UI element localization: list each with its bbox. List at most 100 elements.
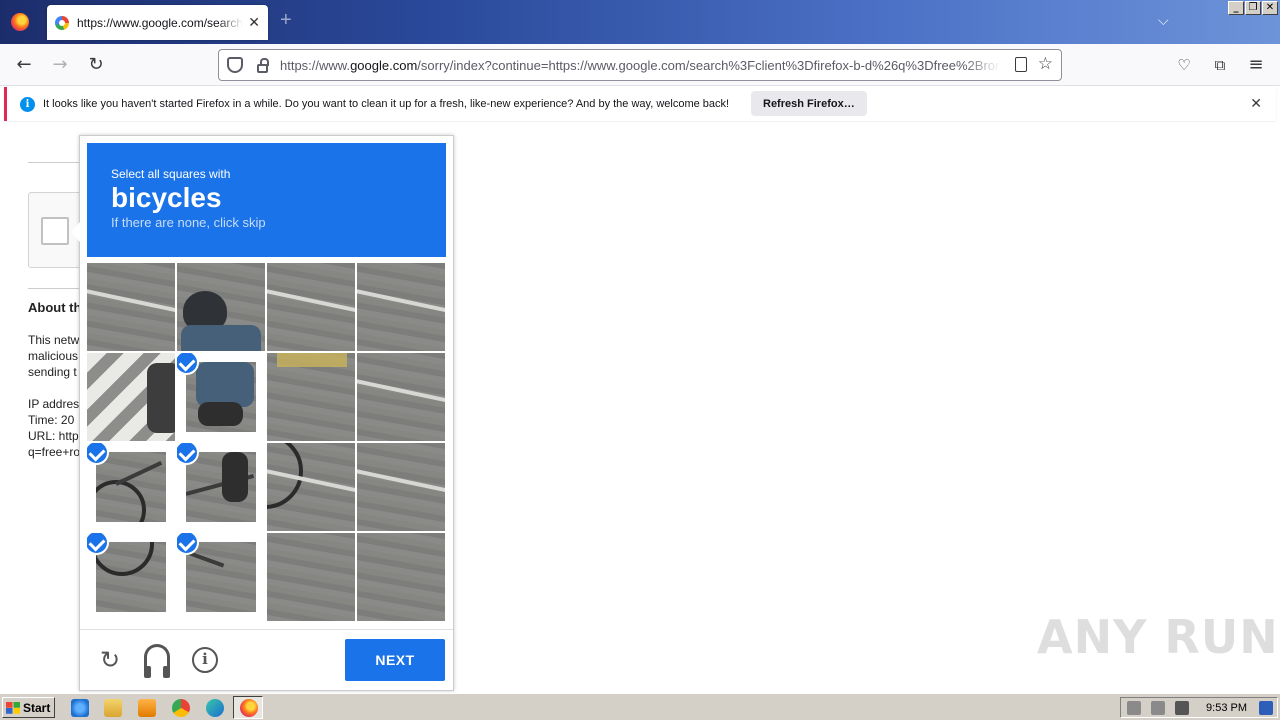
reload-icon[interactable]: ↻: [84, 53, 108, 77]
notification-close-icon[interactable]: ✕: [1250, 95, 1262, 112]
challenge-footer: ↻ i NEXT: [80, 629, 453, 690]
rider-shorts: [198, 402, 243, 426]
challenge-object: bicycles: [111, 182, 222, 213]
navigation-toolbar: ← → ↻ https://www.google.com/sorry/index…: [0, 44, 1280, 86]
clock: 9:53 PM: [1206, 702, 1247, 714]
bicycle-wheel: [96, 480, 146, 522]
extensions-puzzle-icon[interactable]: ⧉: [1208, 53, 1232, 77]
start-label: Start: [23, 700, 51, 715]
paragraph-line: sending t: [28, 365, 77, 379]
anyrun-watermark: ANY RUN: [1037, 610, 1279, 664]
image-tile[interactable]: [87, 263, 175, 351]
hamburger-menu-icon[interactable]: ≡: [1244, 53, 1268, 77]
ie-icon[interactable]: [71, 699, 89, 717]
details-line: URL: http: [28, 429, 79, 443]
challenge-subtext: If there are none, click skip: [111, 215, 266, 230]
taskbar: Start 9:53 PM: [0, 693, 1280, 720]
image-tile[interactable]: [357, 443, 445, 531]
tile-image: [96, 452, 166, 522]
image-tile[interactable]: [267, 533, 355, 621]
image-grid: [87, 263, 446, 622]
popup-arrow: [71, 222, 80, 242]
paragraph-line: malicious: [28, 349, 79, 363]
rider-body: [181, 325, 261, 351]
volume-icon[interactable]: [1127, 701, 1141, 715]
bicycle-wheel: [267, 443, 303, 509]
google-favicon-icon: [55, 15, 69, 30]
pocket-icon[interactable]: ♡: [1172, 53, 1196, 77]
url-prefix: https://www.: [280, 57, 351, 73]
list-all-tabs-chevron-icon[interactable]: ⌵: [1158, 12, 1169, 29]
recaptcha-checkbox[interactable]: [41, 217, 69, 245]
audio-challenge-headphones-icon[interactable]: [144, 644, 170, 678]
close-window-button[interactable]: ✕: [1262, 1, 1278, 15]
window-controls: _ ❐ ✕: [1228, 1, 1278, 15]
chrome-icon[interactable]: [172, 699, 190, 717]
restore-button[interactable]: ❐: [1245, 1, 1261, 15]
firefox-logo-icon: [11, 13, 29, 31]
windows-logo-icon: [6, 701, 20, 714]
help-info-icon[interactable]: i: [192, 647, 218, 673]
tab-title: https://www.google.com/search?client=fir…: [77, 15, 243, 30]
image-tile[interactable]: [87, 353, 175, 441]
image-tile[interactable]: [267, 353, 355, 441]
refresh-firefox-button[interactable]: Refresh Firefox…: [751, 91, 867, 116]
edge-icon[interactable]: [206, 699, 224, 717]
image-tile-selected[interactable]: [87, 533, 175, 621]
next-button[interactable]: NEXT: [345, 639, 445, 681]
url-domain: google.com: [350, 57, 418, 73]
notification-message: It looks like you haven't started Firefo…: [43, 98, 730, 110]
new-tab-button[interactable]: +: [280, 9, 292, 32]
details-line: q=free+ro: [28, 445, 81, 459]
start-button[interactable]: Start: [2, 697, 55, 718]
image-tile[interactable]: [177, 263, 265, 351]
minimize-button[interactable]: _: [1228, 1, 1244, 15]
forward-arrow-icon[interactable]: →: [48, 53, 72, 77]
image-tile-selected[interactable]: [87, 443, 175, 531]
bookmark-star-icon[interactable]: ☆: [1038, 54, 1053, 74]
tab-close-icon[interactable]: ✕: [248, 14, 260, 31]
about-heading: About th: [28, 300, 82, 315]
details-line: Time: 20: [28, 413, 75, 427]
tile-image: [186, 452, 256, 522]
firefox-taskbar-button[interactable]: [233, 696, 263, 719]
url-text[interactable]: https://www.google.com/sorry/index?conti…: [280, 58, 1000, 73]
info-icon: i: [20, 96, 35, 112]
bicycle-frame: [115, 461, 163, 486]
system-tray: 9:53 PM: [1120, 697, 1278, 718]
tile-image: [186, 542, 256, 612]
tile-image: [186, 362, 256, 432]
reader-view-icon[interactable]: [1015, 57, 1027, 72]
image-tile-selected[interactable]: [177, 443, 265, 531]
reload-challenge-icon[interactable]: ↻: [96, 646, 124, 674]
rider-body: [196, 362, 254, 407]
image-tile[interactable]: [357, 353, 445, 441]
image-tile[interactable]: [267, 263, 355, 351]
image-tile[interactable]: [357, 263, 445, 351]
refresh-firefox-notification: i It looks like you haven't started Fire…: [4, 87, 1276, 121]
rider-arm: [147, 363, 175, 433]
image-tile-selected[interactable]: [177, 533, 265, 621]
details-line: IP addres: [28, 397, 80, 411]
show-desktop-icon[interactable]: [1259, 701, 1273, 715]
challenge-header: Select all squares with bicycles If ther…: [87, 143, 446, 257]
paragraph-line: This netw: [28, 333, 80, 347]
image-tile-selected[interactable]: [177, 353, 265, 441]
rider-leg: [222, 452, 248, 502]
browser-tab[interactable]: https://www.google.com/search?client=fir…: [47, 5, 268, 40]
back-arrow-icon[interactable]: ←: [12, 53, 36, 77]
network-icon[interactable]: [1151, 701, 1165, 715]
url-path: /sorry/index?continue=https://www.google…: [417, 57, 1000, 73]
url-bar[interactable]: https://www.google.com/sorry/index?conti…: [218, 49, 1062, 81]
explorer-icon[interactable]: [104, 699, 122, 717]
firefox-icon: [240, 699, 258, 717]
image-tile[interactable]: [267, 443, 355, 531]
challenge-instruction: Select all squares with: [111, 167, 231, 181]
action-center-flag-icon[interactable]: [1175, 701, 1189, 715]
lock-icon[interactable]: [257, 57, 269, 73]
firefox-menu-button[interactable]: [0, 0, 40, 44]
media-player-icon[interactable]: [138, 699, 156, 717]
tracking-protection-shield-icon[interactable]: [227, 57, 243, 73]
tab-bar: https://www.google.com/search?client=fir…: [0, 0, 1280, 44]
image-tile[interactable]: [357, 533, 445, 621]
